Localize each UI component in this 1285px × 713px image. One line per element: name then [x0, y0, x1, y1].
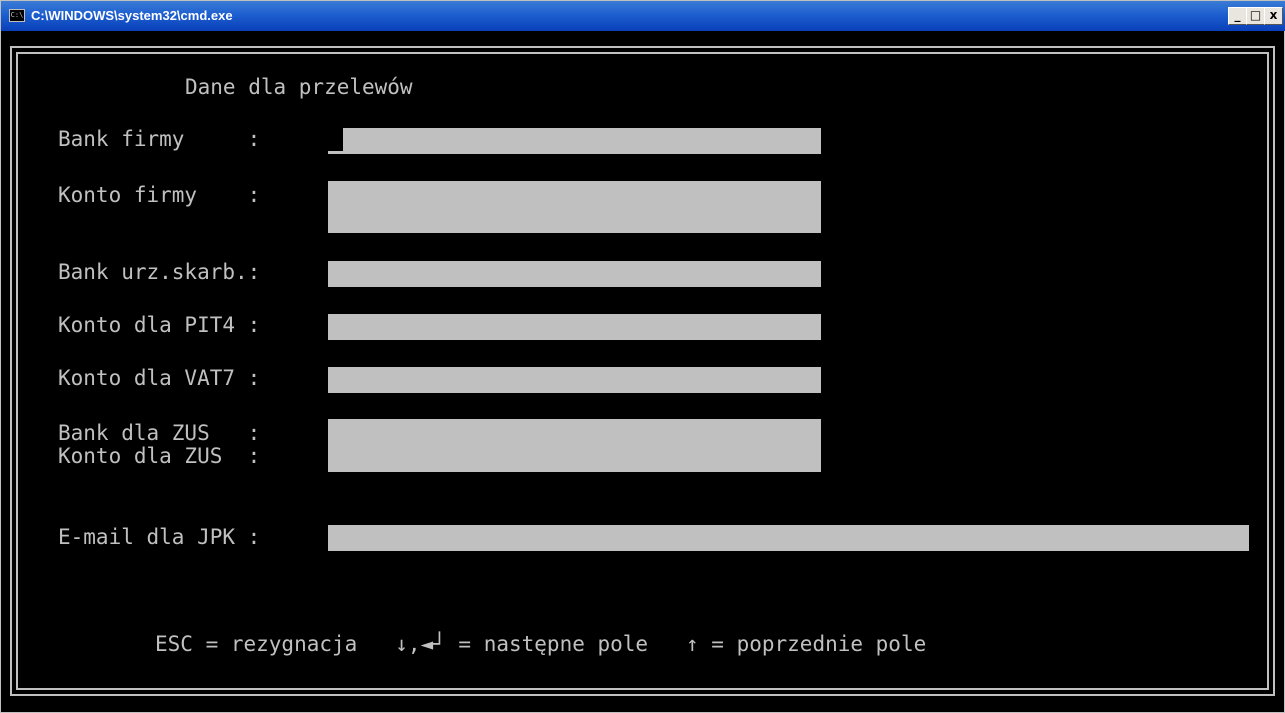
field-konto-vat7[interactable]	[328, 367, 821, 393]
maximize-button[interactable]: □	[1246, 7, 1265, 25]
label-konto-zus: Konto dla ZUS :	[58, 444, 261, 468]
cmd-console-icon[interactable]: C:\	[9, 9, 25, 22]
field-zus[interactable]	[328, 419, 821, 472]
label-konto-firmy: Konto firmy :	[58, 183, 261, 207]
help-line: ESC = rezygnacja ↓,◄┘ = następne pole ↑ …	[155, 632, 927, 656]
field-bank-firmy[interactable]	[328, 128, 821, 154]
minimize-button[interactable]: _	[1228, 7, 1247, 25]
console-area: Dane dla przelewów Bank firmy : Konto fi…	[3, 31, 1284, 712]
window-title: C:\WINDOWS\system32\cmd.exe	[31, 8, 233, 23]
cmd-window: C:\ C:\WINDOWS\system32\cmd.exe _ □ x Da…	[0, 0, 1285, 713]
label-bank-urz-skarb: Bank urz.skarb.:	[58, 260, 261, 284]
field-bank-urz-skarb[interactable]	[328, 261, 821, 287]
field-email-jpk[interactable]	[328, 525, 1249, 551]
label-bank-zus: Bank dla ZUS :	[58, 421, 261, 445]
close-button[interactable]: x	[1264, 7, 1283, 25]
label-konto-vat7: Konto dla VAT7 :	[58, 366, 261, 390]
label-bank-firmy: Bank firmy :	[58, 127, 261, 151]
text-cursor	[328, 128, 343, 151]
label-email-jpk: E-mail dla JPK :	[58, 525, 261, 549]
title-bar[interactable]: C:\ C:\WINDOWS\system32\cmd.exe _ □ x	[1, 1, 1285, 31]
label-konto-pit4: Konto dla PIT4 :	[58, 313, 261, 337]
form-heading: Dane dla przelewów	[185, 75, 413, 99]
field-konto-firmy[interactable]	[328, 181, 821, 233]
field-konto-pit4[interactable]	[328, 314, 821, 340]
